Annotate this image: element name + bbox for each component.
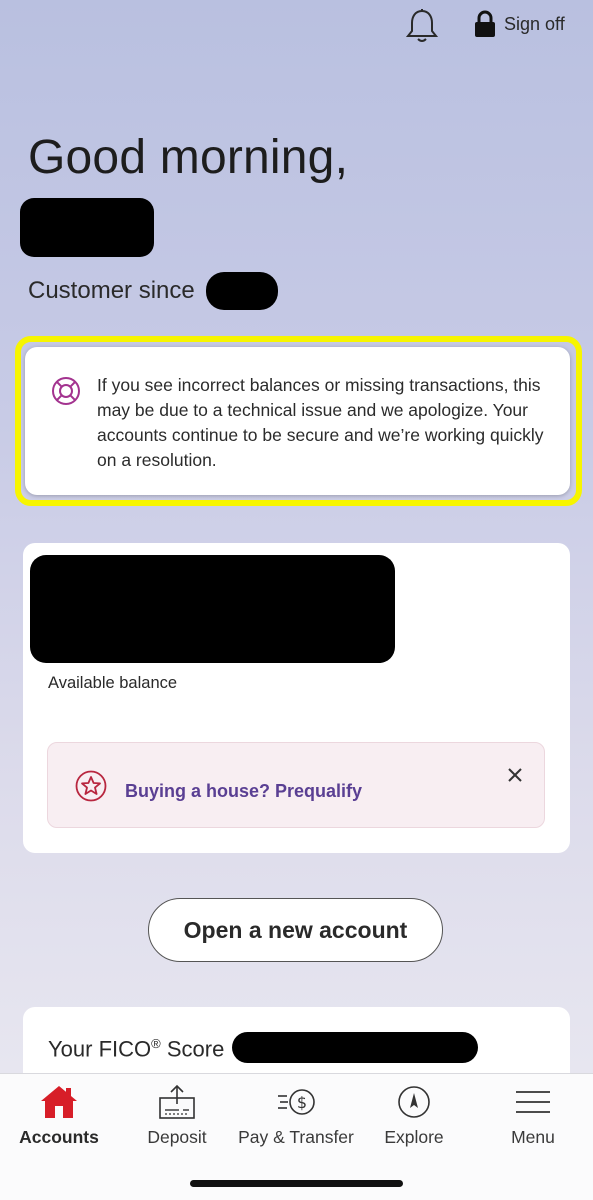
redacted-customer-name [20,198,154,257]
prequalify-link[interactable]: Buying a house? Prequalify [125,781,362,802]
fico-label-suffix: Score [160,1036,225,1062]
tab-label-accounts: Accounts [19,1127,99,1147]
registered-mark: ® [151,1036,161,1051]
fico-label-prefix: Your FICO [48,1036,152,1062]
tab-label-deposit: Deposit [147,1127,207,1147]
tab-label-menu: Menu [511,1127,555,1147]
close-icon[interactable] [506,766,524,784]
customer-since-label: Customer since [28,277,195,304]
sign-off-label: Sign off [504,13,565,34]
tab-label-pay-transfer: Pay & Transfer [238,1127,354,1147]
greeting-heading: Good morning, [28,131,349,184]
star-icon [75,770,107,802]
redacted-customer-since-year [206,272,278,310]
redacted-account-balance [30,555,395,663]
tab-pay-transfer[interactable]: $ Pay & Transfer [237,1074,355,1174]
hamburger-menu-icon [516,1091,550,1113]
svg-text:$: $ [297,1093,307,1112]
tab-label-explore: Explore [384,1127,444,1147]
open-new-account-button[interactable]: Open a new account [148,898,443,962]
redacted-fico-score [232,1032,478,1063]
technical-issue-notice: If you see incorrect balances or missing… [25,347,570,495]
sign-off-button[interactable]: Sign off [474,10,565,38]
deposit-check-icon [159,1084,195,1119]
tab-menu[interactable]: Menu [474,1074,592,1174]
tab-explore[interactable]: Explore [355,1074,473,1174]
tab-deposit[interactable]: Deposit [118,1074,236,1174]
notice-message: If you see incorrect balances or missing… [97,375,544,470]
compass-icon [398,1086,430,1118]
lock-icon [475,10,495,37]
top-bar: Sign off [0,0,593,60]
home-icon [41,1086,77,1118]
fico-score-label: Your FICO® Score [48,1036,224,1062]
prequalify-promo[interactable]: Buying a house? Prequalify [47,742,545,828]
home-indicator[interactable] [190,1180,403,1187]
pay-transfer-icon: $ [278,1089,315,1115]
bell-icon[interactable] [405,8,439,44]
available-balance-caption: Available balance [48,674,178,692]
tab-accounts[interactable]: Accounts [0,1074,118,1174]
lifebuoy-icon [52,377,80,405]
